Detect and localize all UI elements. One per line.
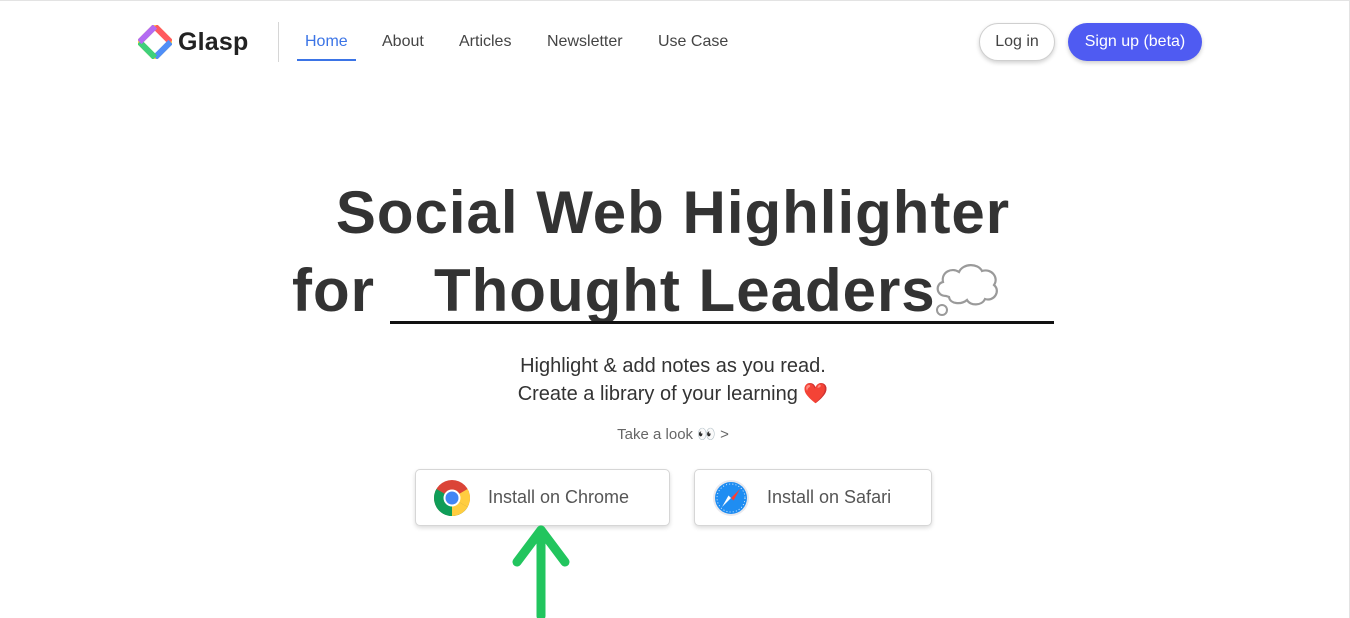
hero-for-text: for <box>292 257 375 324</box>
logo-link[interactable]: Glasp <box>138 25 248 59</box>
page-border <box>0 0 1350 1</box>
login-button[interactable]: Log in <box>979 23 1055 61</box>
install-safari-button[interactable]: Install on Safari <box>694 469 932 526</box>
nav-item-newsletter[interactable]: Newsletter <box>547 30 623 60</box>
nav-item-home[interactable]: Home <box>305 30 348 60</box>
safari-icon <box>713 479 749 516</box>
thought-balloon-icon <box>936 264 998 316</box>
header-divider <box>278 22 279 62</box>
green-up-arrow-icon <box>512 525 570 618</box>
install-chrome-label: Install on Chrome <box>488 487 630 507</box>
nav-item-about[interactable]: About <box>382 30 424 60</box>
heart-icon: ❤️ <box>803 383 829 405</box>
signup-button[interactable]: Sign up (beta) <box>1068 23 1202 61</box>
hero-title: Social Web Highlighter <box>335 179 1011 246</box>
glasp-logo-icon <box>138 25 172 59</box>
install-safari-label: Install on Safari <box>767 487 892 507</box>
logo-text: Glasp <box>178 27 249 56</box>
hero-rotating-text: Thought Leaders <box>434 257 936 324</box>
hero-underline <box>390 321 1054 324</box>
hero-subtitle-line1: Highlight & add notes as you read. <box>520 355 826 377</box>
hero-subtitle-line2: Create a library of your learning ❤️ <box>0 380 1346 408</box>
chrome-icon <box>433 479 471 516</box>
install-chrome-button[interactable]: Install on Chrome <box>415 469 670 526</box>
take-a-look-link[interactable]: Take a look 👀 > <box>0 424 1346 446</box>
hero-subtitle-text: Create a library of your learning <box>517 383 798 405</box>
nav-item-articles[interactable]: Articles <box>459 30 511 60</box>
nav-item-use-case[interactable]: Use Case <box>658 30 728 60</box>
nav-active-underline <box>297 59 356 61</box>
